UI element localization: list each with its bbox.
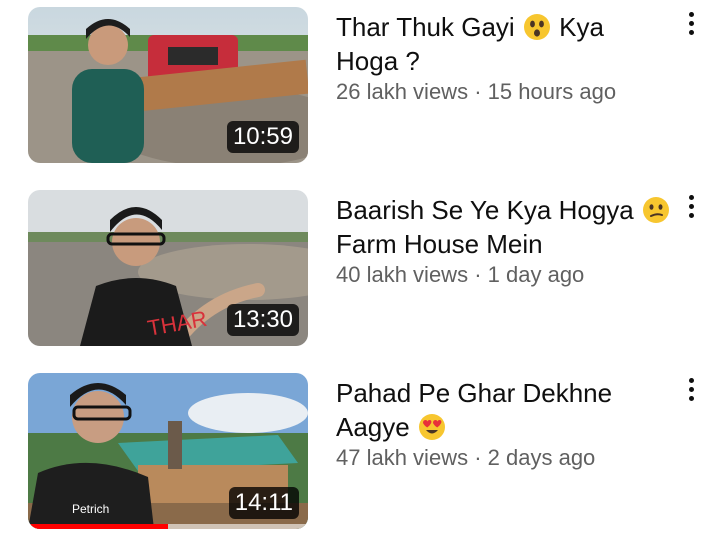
- view-count: 47 lakh views: [336, 445, 469, 470]
- video-thumbnail[interactable]: Petrich 14:11: [28, 373, 308, 529]
- meta-separator: ·: [474, 79, 482, 104]
- video-title-text: Thar Thuk Gayi: [336, 12, 515, 42]
- video-item-1[interactable]: 10:59 Thar Thuk Gayi Kya Hoga ? 26 lakh …: [0, 0, 720, 165]
- video-title[interactable]: Thar Thuk Gayi Kya Hoga ?: [336, 10, 672, 78]
- more-vertical-icon[interactable]: [676, 372, 706, 406]
- video-duration: 14:11: [228, 487, 299, 519]
- view-count: 40 lakh views: [336, 262, 469, 287]
- heart-eyes-emoji: [418, 414, 445, 440]
- video-title-text: Baarish Se Ye Kya Hogya: [336, 195, 634, 225]
- video-duration: 10:59: [226, 121, 299, 153]
- svg-text:Petrich: Petrich: [72, 502, 109, 516]
- video-thumbnail[interactable]: 10:59: [28, 7, 308, 163]
- upload-age: 2 days ago: [487, 445, 596, 470]
- astonished-face-emoji: [523, 14, 550, 40]
- meta-separator: ·: [474, 262, 482, 287]
- upload-age: 1 day ago: [487, 262, 585, 287]
- video-title-text: Pahad Pe Ghar Dekhne Aagye: [336, 378, 613, 442]
- more-vertical-icon[interactable]: [676, 6, 706, 40]
- video-duration: 13:30: [226, 304, 299, 336]
- meta-separator: ·: [474, 445, 482, 470]
- view-count: 26 lakh views: [336, 79, 469, 104]
- watch-progress-bar: [28, 524, 168, 529]
- video-title-end: Farm House Mein: [336, 229, 543, 259]
- upload-age: 15 hours ago: [487, 79, 617, 104]
- video-meta: 47 lakh views · 2 days ago: [336, 444, 595, 472]
- video-title[interactable]: Baarish Se Ye Kya Hogya Farm House Mein: [336, 193, 672, 261]
- video-item-2[interactable]: THAR 13:30 Baarish Se Ye Kya Hogya Farm …: [0, 183, 720, 348]
- more-vertical-icon[interactable]: [676, 189, 706, 223]
- video-thumbnail[interactable]: THAR 13:30: [28, 190, 308, 346]
- video-meta: 40 lakh views · 1 day ago: [336, 261, 584, 289]
- video-meta: 26 lakh views · 15 hours ago: [336, 78, 616, 106]
- confused-face-emoji: [643, 197, 669, 223]
- video-item-3[interactable]: Petrich 14:11 Pahad Pe Ghar Dekhne Aagye…: [0, 366, 720, 531]
- video-title[interactable]: Pahad Pe Ghar Dekhne Aagye: [336, 376, 672, 444]
